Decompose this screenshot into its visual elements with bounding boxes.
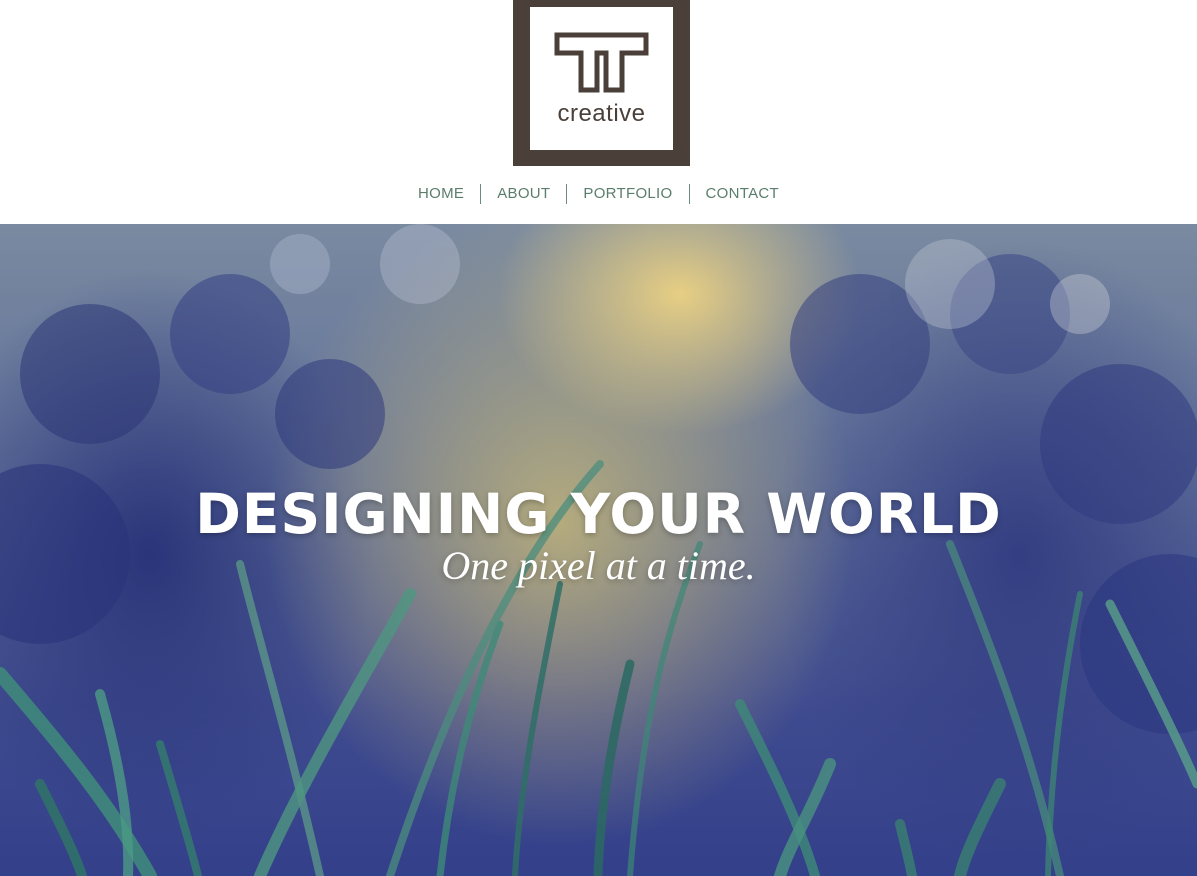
- hero-banner: DESIGNING YOUR WORLD One pixel at a time…: [0, 224, 1197, 876]
- logo-text: creative: [557, 100, 646, 127]
- nav-contact[interactable]: CONTACT: [690, 184, 795, 204]
- main-nav: HOME ABOUT PORTFOLIO CONTACT: [0, 184, 1197, 204]
- hero-subtitle: One pixel at a time.: [441, 543, 756, 588]
- hero-title: DESIGNING YOUR WORLD: [195, 482, 1002, 546]
- site-header: creative HOME ABOUT PORTFOLIO CONTACT: [0, 0, 1197, 224]
- nav-about[interactable]: ABOUT: [481, 184, 566, 204]
- tt-monogram-icon: [554, 32, 649, 93]
- logo-inner: creative: [530, 7, 673, 150]
- site-logo[interactable]: creative: [513, 0, 690, 166]
- nav-home[interactable]: HOME: [402, 184, 480, 204]
- nav-portfolio[interactable]: PORTFOLIO: [567, 184, 688, 204]
